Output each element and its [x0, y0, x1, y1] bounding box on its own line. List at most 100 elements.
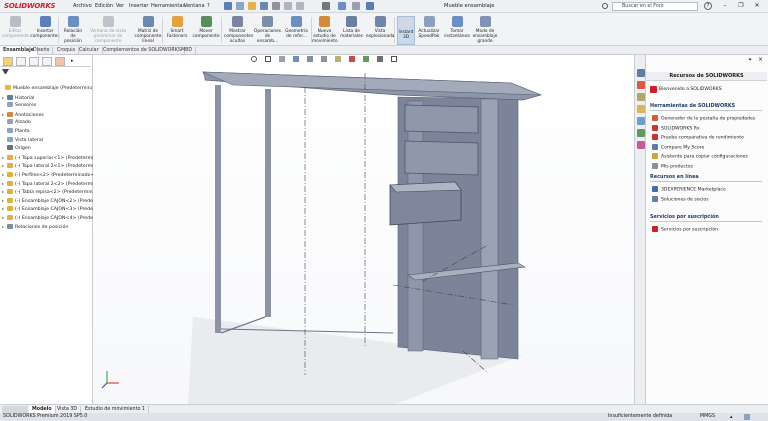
display-style-icon[interactable]	[321, 56, 327, 62]
zoom-to-fit-icon[interactable]	[251, 56, 257, 62]
help-icon[interactable]: ?	[704, 2, 712, 10]
command-button-11[interactable]: Lista de materiales	[340, 16, 363, 45]
filter-icon[interactable]	[2, 69, 9, 75]
open-folder-icon[interactable]	[248, 2, 256, 10]
pin-icon[interactable]: ✦	[748, 57, 752, 63]
online-item-0[interactable]: 3DEXPERIENCE Marketplace	[652, 186, 726, 193]
graphics-viewport[interactable]	[93, 55, 634, 404]
tools-item-2[interactable]: Prueba comparativa de rendimiento	[652, 134, 744, 141]
command-button-13[interactable]: Instant 3D	[397, 16, 415, 45]
units-dropdown-icon[interactable]: ▴	[730, 413, 733, 421]
feature-manager-tab-icon[interactable]	[3, 57, 13, 66]
tree-item-12[interactable]: ▸ (-) Tabla repisa<2> (Predetermina	[2, 188, 94, 197]
menu-item-1[interactable]: Edición	[95, 3, 113, 9]
close-task-pane-icon[interactable]: ×	[758, 56, 763, 63]
search-icon[interactable]	[602, 3, 608, 9]
tree-item-13[interactable]: ▸ (-) Ensamblaje CAJON<2> (Predet	[2, 197, 94, 206]
monitor-icon[interactable]	[391, 56, 397, 62]
dimxpert-tab-icon[interactable]	[42, 57, 52, 66]
previous-view-icon[interactable]	[279, 56, 285, 62]
print-icon[interactable]	[272, 2, 280, 10]
menu-item-3[interactable]: Insertar	[129, 3, 148, 9]
tab-3[interactable]: Calcular	[76, 47, 103, 55]
command-button-2[interactable]: Relación de posición	[62, 16, 84, 45]
file-explorer-tab-icon[interactable]	[637, 105, 645, 113]
tree-item-5[interactable]: Planta	[2, 128, 94, 137]
rebuild-icon[interactable]	[338, 2, 346, 10]
tools-item-5[interactable]: Mis productos	[652, 162, 693, 169]
command-button-12[interactable]: Vista explosionada	[366, 16, 394, 45]
command-button-6[interactable]: Mover componente	[191, 16, 221, 45]
tab-5[interactable]: MBD	[178, 47, 197, 55]
status-help-icon[interactable]	[744, 414, 750, 420]
edit-appearance-icon[interactable]	[349, 56, 355, 62]
home-tab-icon[interactable]	[637, 69, 645, 77]
minimize-window-icon[interactable]: –	[720, 2, 730, 11]
menu-item-6[interactable]: ?	[207, 3, 210, 9]
tools-item-1[interactable]: SOLIDWORKS Rx	[652, 124, 700, 131]
tree-item-1[interactable]: ▸ Historial	[2, 94, 94, 103]
restore-window-icon[interactable]: ❐	[736, 2, 746, 11]
subscription-item-0[interactable]: Servicios por suscripción	[652, 226, 718, 233]
view-settings-icon[interactable]	[377, 56, 383, 62]
save-icon[interactable]	[260, 2, 268, 10]
hide-show-items-icon[interactable]	[335, 56, 341, 62]
command-button-0[interactable]: Editar componente	[2, 16, 29, 45]
tree-item-16[interactable]: ▸ Relaciones de posición	[2, 223, 94, 232]
menu-item-2[interactable]: Ver	[116, 3, 124, 9]
command-button-7[interactable]: Mostrar componentes ocultos	[224, 16, 253, 45]
tree-item-3[interactable]: ▸ Anotaciones	[2, 111, 94, 120]
tab-scroll-arrows[interactable]	[2, 406, 28, 413]
command-button-1[interactable]: Insertar componentes	[30, 16, 60, 45]
tree-item-8[interactable]: ▸ (-) Tapa superior<1> (Predetermi	[2, 154, 94, 163]
tree-item-0[interactable]: Mueble ensamblaje (Predeterminado	[0, 85, 92, 94]
tree-item-7[interactable]: Origen	[2, 145, 94, 154]
tree-item-15[interactable]: ▸ (-) Ensamblaje CAJON<4> (Prede	[2, 214, 94, 223]
command-button-14[interactable]: Actualizar SpeedPak	[416, 16, 442, 45]
appearances-tab-icon[interactable]	[637, 129, 645, 137]
file-properties-icon[interactable]	[352, 2, 360, 10]
home-icon[interactable]	[224, 2, 232, 10]
options-gear-icon[interactable]	[366, 2, 374, 10]
section-view-icon[interactable]	[293, 56, 299, 62]
redo-icon[interactable]	[296, 2, 304, 10]
property-manager-tab-icon[interactable]	[16, 57, 26, 66]
apply-scene-icon[interactable]	[363, 56, 369, 62]
command-button-15[interactable]: Tomar instantánea	[444, 16, 470, 45]
command-button-4[interactable]: Matriz de componente lineal	[132, 16, 164, 45]
command-button-9[interactable]: Geometría de refer...	[284, 16, 309, 45]
command-button-10[interactable]: Nuevo estudio de movimiento	[312, 16, 338, 45]
tree-item-2[interactable]: Sensores	[2, 102, 94, 111]
display-manager-tab-icon[interactable]	[55, 57, 65, 66]
tree-item-11[interactable]: ▸ (-) Tapa lateral 2<2> (Predetermin	[2, 180, 94, 189]
tree-item-14[interactable]: ▸ (-) Ensamblaje CAJON<3> (Prede	[2, 205, 94, 214]
solidworks-resources-tab-icon[interactable]	[637, 81, 645, 89]
menu-item-4[interactable]: Herramientas	[151, 3, 185, 9]
command-button-16[interactable]: Modo de ensamblaje grande	[472, 16, 498, 45]
tools-item-0[interactable]: Generador de la pestaña de propiedades	[652, 115, 755, 122]
command-button-3[interactable]: Ventana de vista preliminar de component…	[86, 16, 130, 45]
tools-item-4[interactable]: Asistente para copiar configuraciones	[652, 153, 748, 160]
menu-item-5[interactable]: Ventana	[184, 3, 205, 9]
command-button-8[interactable]: Operaciones de ensamb...	[254, 16, 281, 45]
tree-item-9[interactable]: ▸ (-) Tapa lateral 2<1> (Predetermin	[2, 162, 94, 171]
tree-item-4[interactable]: Alzado	[2, 119, 94, 128]
search-input[interactable]: Buscar en el Foro	[612, 2, 698, 11]
welcome-link[interactable]: Bienvenido a SOLIDWORKS	[659, 87, 722, 92]
zoom-area-icon[interactable]	[265, 56, 271, 62]
tree-item-10[interactable]: ▸ (-) Perfiles<2> (Predeterminado<	[2, 171, 94, 180]
assembly-model[interactable]	[93, 55, 634, 404]
new-document-icon[interactable]	[236, 2, 244, 10]
online-item-1[interactable]: Soluciones de socios	[652, 195, 709, 202]
tools-item-3[interactable]: Compare My Score	[652, 143, 704, 150]
close-window-icon[interactable]: ✕	[752, 2, 762, 11]
custom-properties-tab-icon[interactable]	[637, 141, 645, 149]
tab-1[interactable]: Diseño	[30, 47, 54, 55]
status-units[interactable]: MMGS	[700, 413, 715, 421]
view-orientation-icon[interactable]	[307, 56, 313, 62]
undo-icon[interactable]	[284, 2, 292, 10]
command-button-5[interactable]: Smart Fasteners	[166, 16, 188, 45]
configuration-manager-tab-icon[interactable]	[29, 57, 39, 66]
design-library-tab-icon[interactable]	[637, 93, 645, 101]
select-arrow-icon[interactable]	[322, 2, 330, 10]
